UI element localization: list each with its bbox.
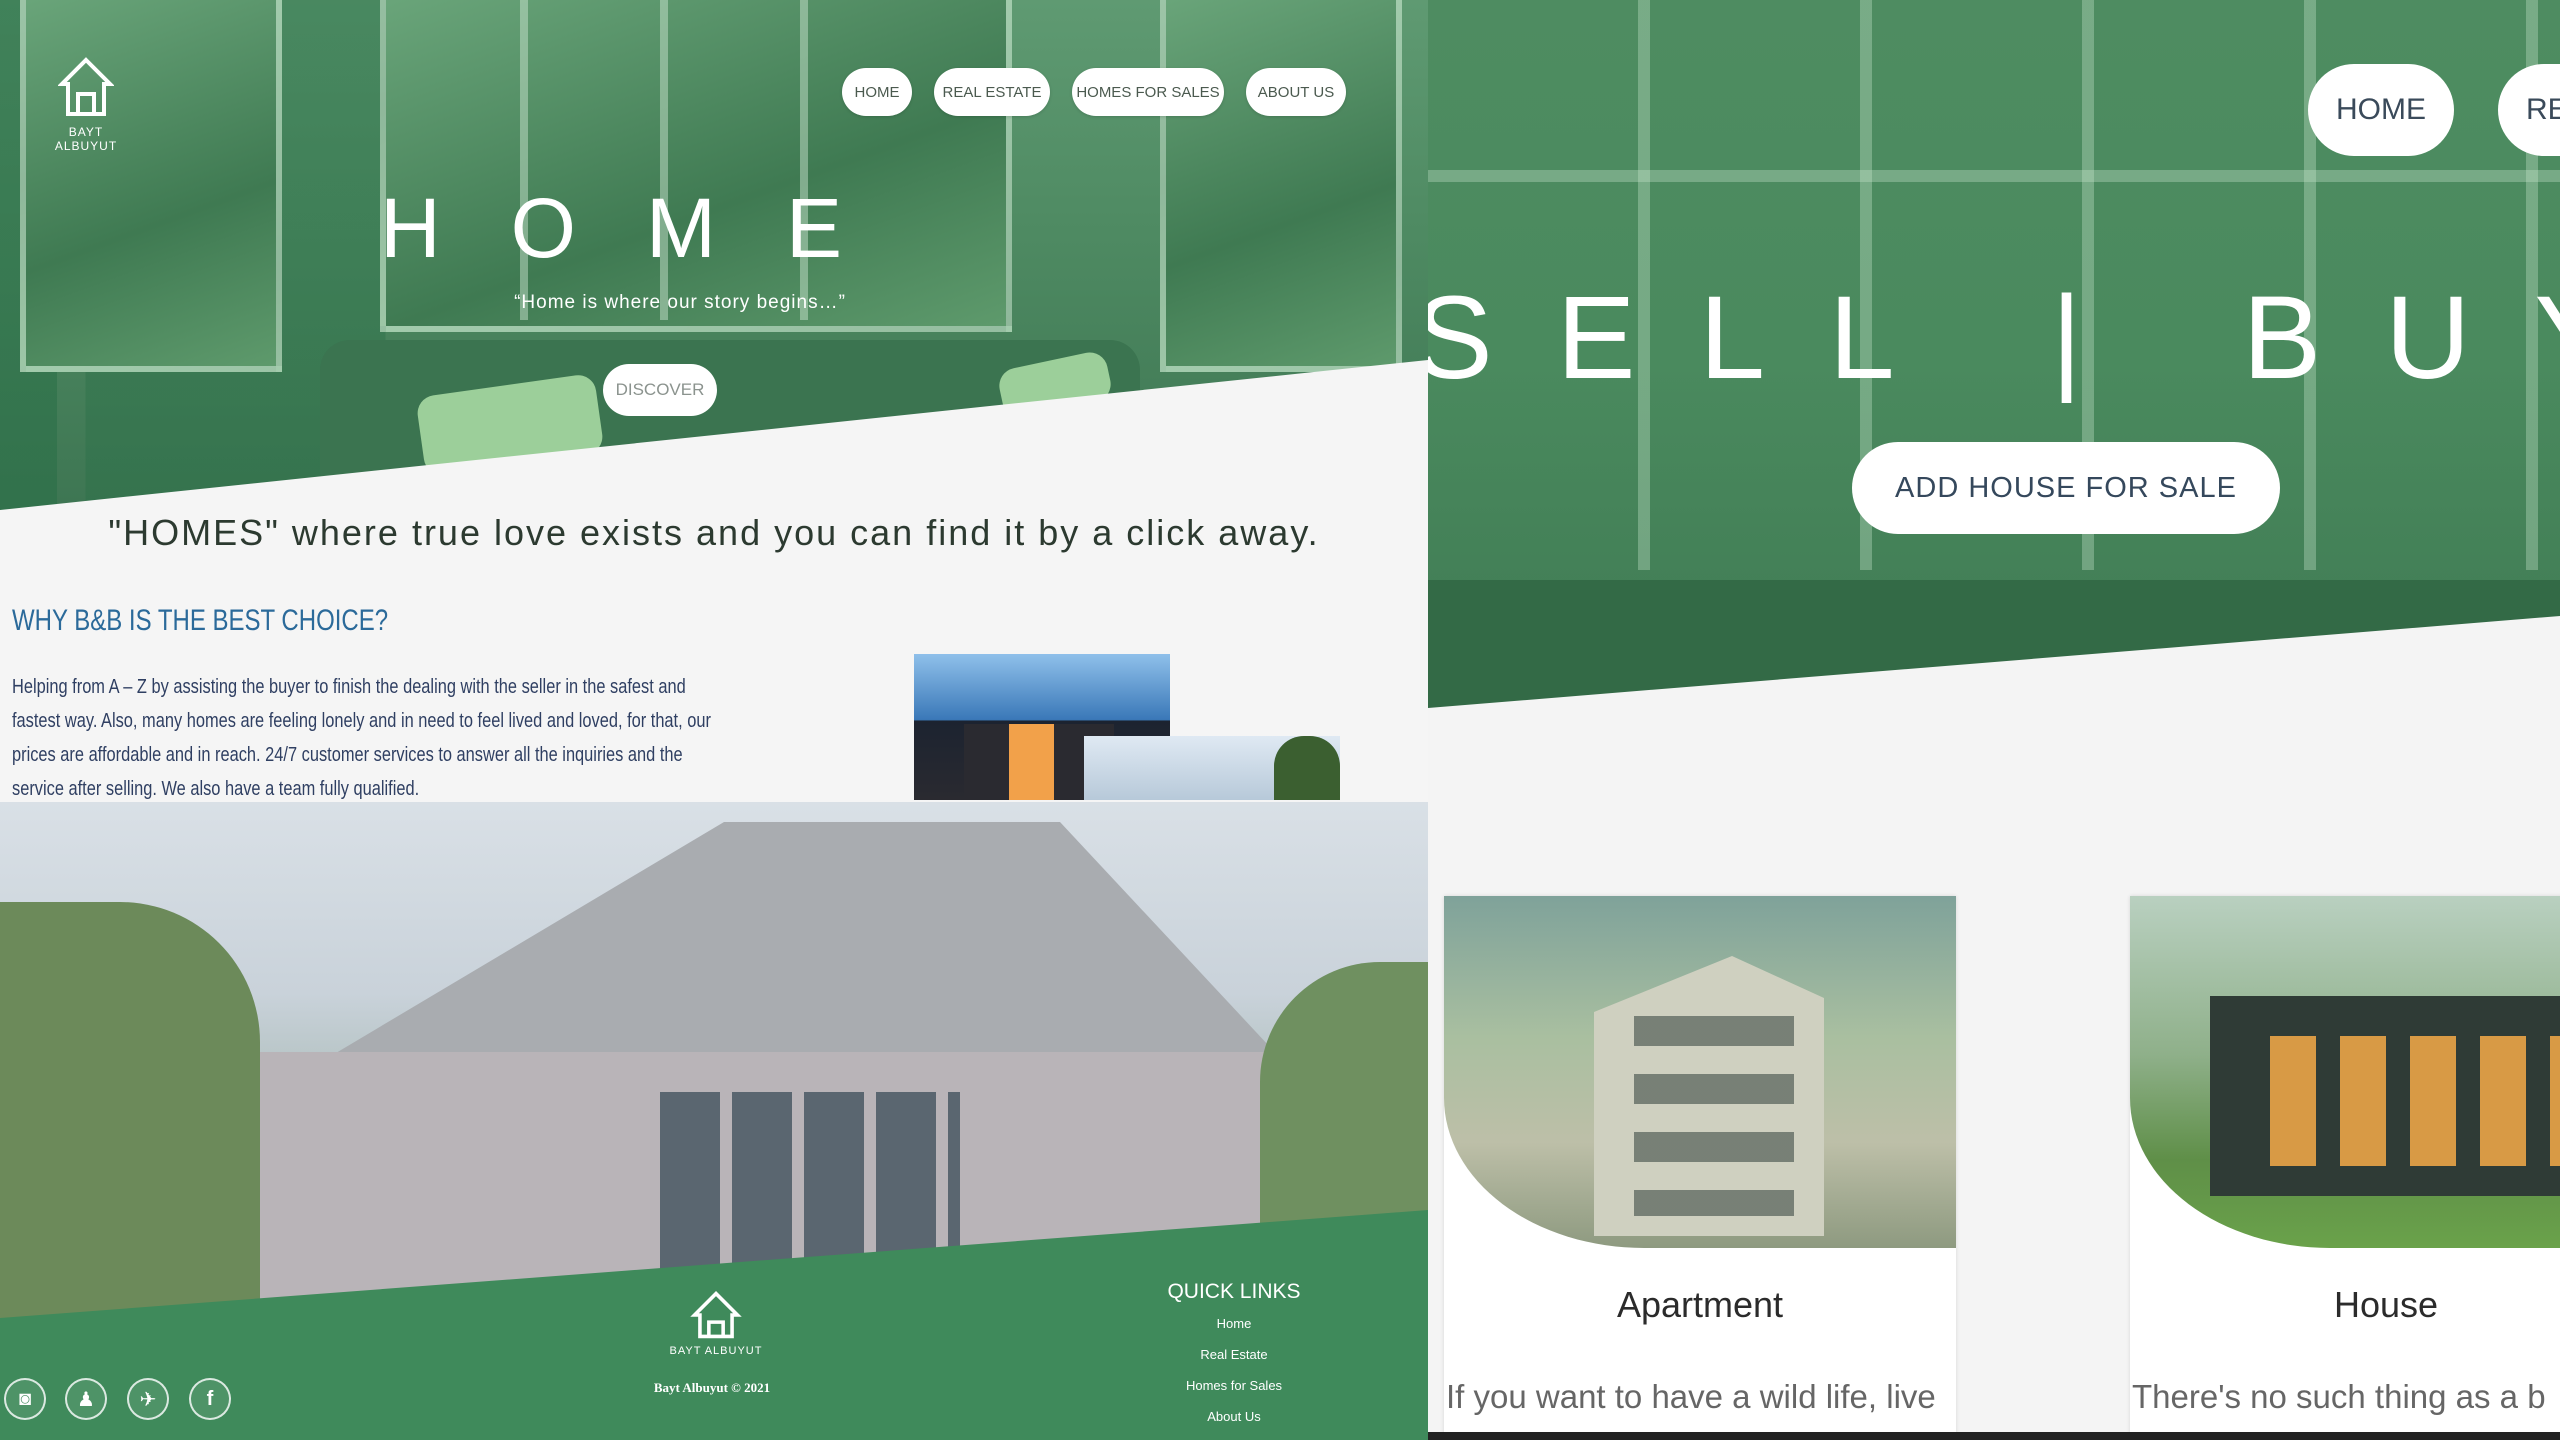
left-screenshot-panel: BAYT ALBUYUT HOME REAL ESTATE HOMES FOR …	[0, 0, 1428, 1440]
house-logo-icon	[690, 1291, 742, 1339]
facebook-icon[interactable]: f	[189, 1378, 231, 1420]
apartment-photo	[1444, 896, 1956, 1248]
house-photo-2	[1084, 736, 1340, 800]
hero-title: HOME	[380, 181, 912, 275]
hero-subtitle: “Home is where our story begins…”	[514, 292, 846, 313]
card-text: If you want to have a wild life, live	[1446, 1378, 1936, 1415]
footer-link-home[interactable]: Home	[1150, 1316, 1318, 1331]
nav-home[interactable]: HOME	[2308, 64, 2454, 156]
apartment-windows	[1634, 1016, 1794, 1216]
card-text: There's no such thing as a b	[2132, 1378, 2546, 1415]
nav-about-us[interactable]: ABOUT US	[1246, 68, 1346, 116]
footer-logo[interactable]: BAYT ALBUYUT	[666, 1290, 766, 1357]
copyright-text: Bayt Albuyut © 2021	[653, 1380, 771, 1395]
sell-buy-title: SELL | BUY	[1428, 272, 2560, 404]
house-photo	[2130, 896, 2560, 1248]
why-section-body: Helping from A – Z by assisting the buye…	[12, 676, 711, 800]
right-screenshot-panel: HOME RE SELL | BUY ADD HOUSE FOR SALE Ap…	[1428, 0, 2560, 1440]
house-logo-icon	[57, 57, 115, 116]
nav-home[interactable]: HOME	[842, 68, 912, 116]
add-house-for-sale-button[interactable]: ADD HOUSE FOR SALE	[1852, 442, 2280, 534]
tagline: "HOMES" where true love exists and you c…	[108, 512, 1320, 553]
instagram-icon[interactable]: ◙	[4, 1378, 46, 1420]
logo-text: BAYT ALBUYUT	[54, 125, 118, 153]
card-title: Apartment	[1616, 1284, 1784, 1325]
footer-link-about-us[interactable]: About Us	[1150, 1409, 1318, 1424]
nav-homes-for-sales[interactable]: HOMES FOR SALES	[1072, 68, 1224, 116]
tree	[1274, 736, 1340, 800]
right-window	[1160, 0, 1402, 372]
house-windows	[2270, 1036, 2560, 1166]
card-title: House	[2333, 1284, 2439, 1325]
footer-link-homes-for-sales[interactable]: Homes for Sales	[1150, 1378, 1318, 1393]
discover-button[interactable]: DISCOVER	[603, 364, 717, 416]
twitter-icon[interactable]: ✈	[127, 1378, 169, 1420]
nav-real-estate[interactable]: REAL ESTATE	[934, 68, 1050, 116]
quick-links-title: QUICK LINKS	[1167, 1280, 1301, 1303]
category-card-house[interactable]: House There's no such thing as a b	[2130, 896, 2560, 1440]
snapchat-icon[interactable]: ♟	[65, 1378, 107, 1420]
footer-link-real-estate[interactable]: Real Estate	[1150, 1347, 1318, 1362]
footer-logo-text: BAYT ALBUYUT	[669, 1345, 763, 1357]
category-card-apartment[interactable]: Apartment If you want to have a wild lif…	[1444, 896, 1956, 1440]
center-window	[380, 0, 1012, 332]
why-section-title: WHY B&B IS THE BEST CHOICE?	[12, 604, 389, 637]
bottom-scrollbar[interactable]	[1428, 1432, 2560, 1440]
window-crossbar	[1428, 170, 2560, 182]
logo[interactable]: BAYT ALBUYUT	[36, 56, 136, 153]
